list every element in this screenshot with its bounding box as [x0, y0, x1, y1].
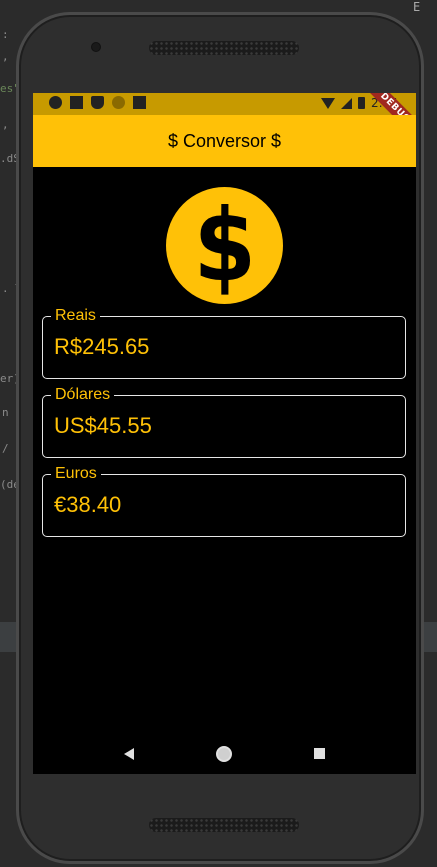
dolares-field-label: Dólares [51, 385, 115, 405]
reais-field-label: Reais [51, 306, 100, 326]
status-bar: 2:44 DEBUG [33, 93, 416, 145]
dolares-input[interactable]: US$45.55 [54, 412, 384, 440]
ide-line: n [2, 406, 9, 419]
euros-input[interactable]: €38.40 [54, 491, 384, 519]
font-icon [70, 96, 83, 109]
dollar-sign-icon: $ [193, 186, 256, 304]
ide-line: : [2, 28, 9, 41]
battery-icon [358, 97, 366, 109]
home-icon[interactable] [216, 745, 232, 762]
sd-card-icon [133, 96, 146, 109]
wifi-icon [321, 97, 336, 109]
shield-icon [91, 96, 104, 109]
status-notification-icons [49, 96, 146, 109]
euros-field-label: Euros [51, 464, 101, 484]
circle-icon [112, 96, 125, 109]
reais-input[interactable]: R$245.65 [54, 333, 384, 361]
reais-field[interactable]: Reais R$245.65 [42, 306, 406, 379]
system-nav-bar [33, 733, 416, 774]
dollar-coin-icon: $ [166, 187, 283, 304]
signal-icon [341, 97, 353, 109]
camera-icon [91, 42, 101, 52]
gear-icon [49, 96, 62, 109]
ide-line: / [2, 442, 9, 455]
ide-line: , [2, 118, 9, 131]
speaker-grille-bottom [149, 818, 299, 832]
ide-line: , [2, 50, 9, 63]
dolares-field[interactable]: Dólares US$45.55 [42, 385, 406, 458]
app-bar: $ Conversor $ [33, 115, 416, 167]
back-icon[interactable] [124, 747, 134, 760]
recent-apps-icon[interactable] [314, 748, 325, 759]
ide-menu-icon[interactable]: E [413, 0, 437, 20]
page-title: $ Conversor $ [167, 130, 282, 151]
speaker-grille-top [149, 41, 299, 55]
euros-field[interactable]: Euros €38.40 [42, 464, 406, 537]
device-screen: 2:44 DEBUG $ Conversor $ $ Reais R$245.6… [33, 93, 416, 774]
